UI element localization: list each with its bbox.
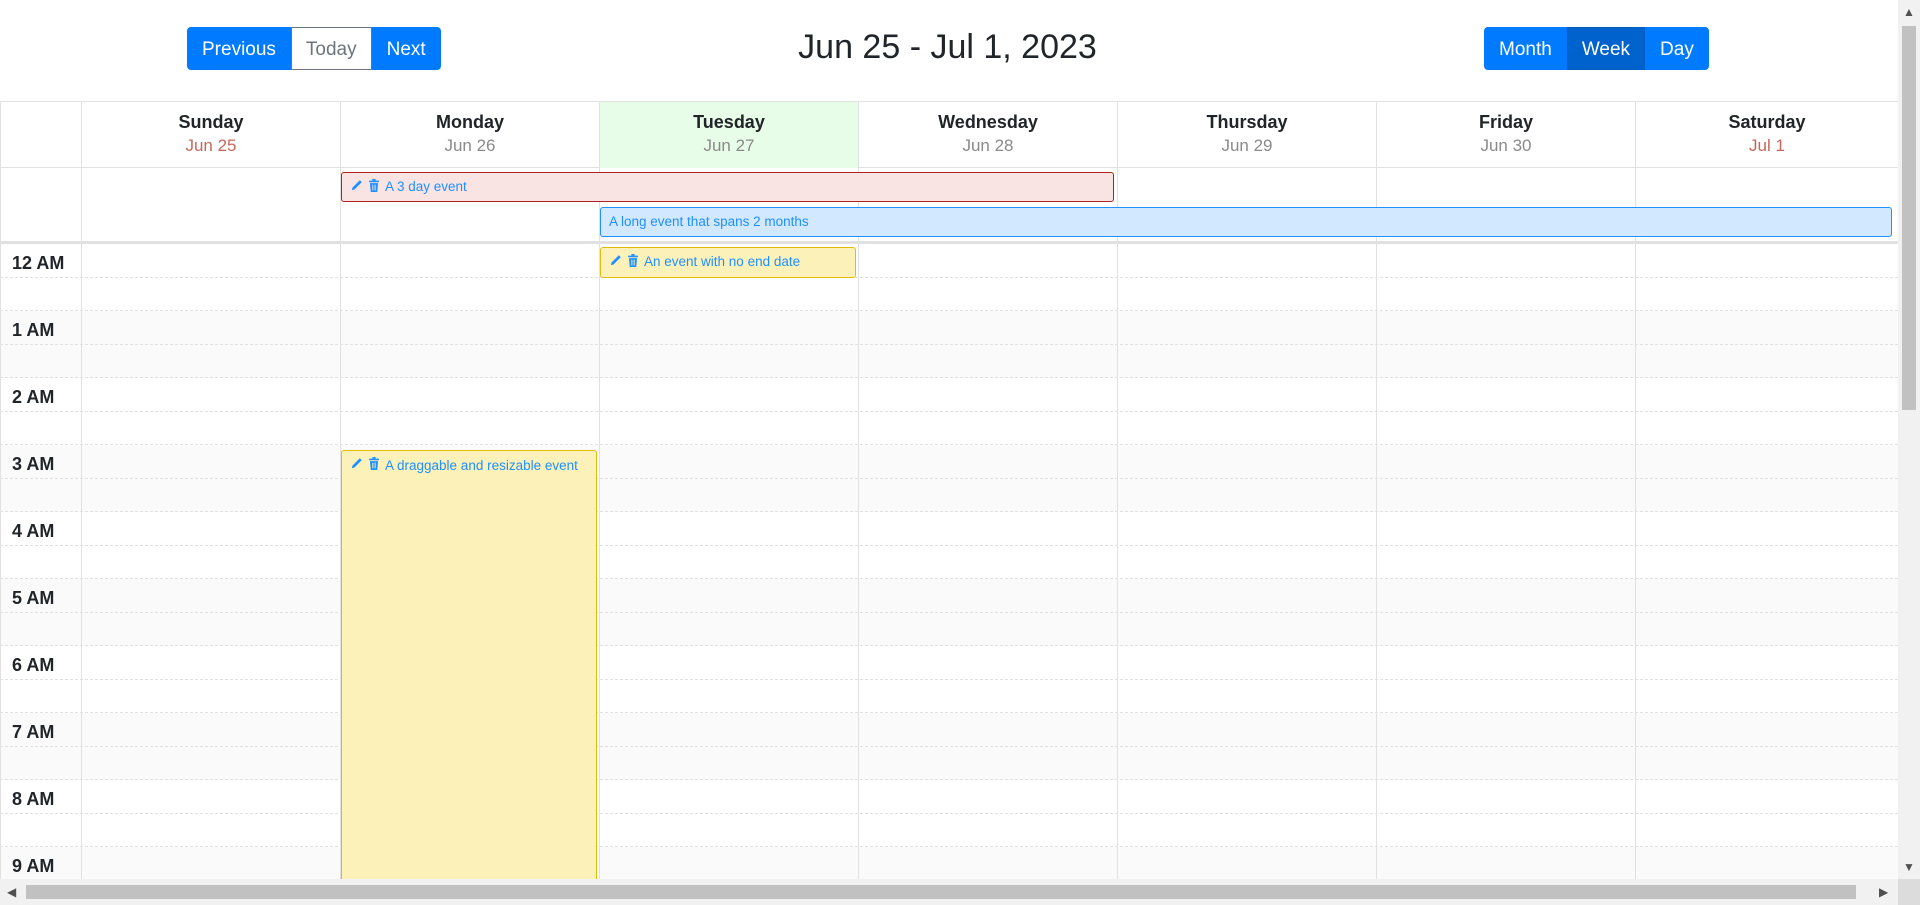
day-name: Friday (1478, 112, 1534, 132)
event-long[interactable]: A long event that spans 2 months (600, 207, 1892, 237)
month-view-button[interactable]: Month (1484, 27, 1567, 70)
day-header-sunday[interactable]: Sunday Jun 25 (81, 102, 340, 168)
day-date: Jun 26 (444, 136, 496, 155)
hour-row[interactable]: 5 AM (0, 579, 1898, 646)
event-title: An event with no end date (644, 254, 801, 269)
event-title: A long event that spans 2 months (609, 214, 809, 229)
day-name: Tuesday (693, 112, 765, 132)
time-label: 8 AM (12, 789, 55, 809)
scrollbar-corner (1898, 879, 1920, 905)
hour-row[interactable]: 7 AM (0, 713, 1898, 780)
hour-row[interactable]: 2 AM (0, 378, 1898, 445)
scroll-down-arrow-icon[interactable]: ▼ (1903, 861, 1915, 873)
hour-row[interactable]: 9 AM (0, 847, 1898, 879)
scroll-right-arrow-icon[interactable]: ▶ (1879, 886, 1888, 898)
day-date: Jun 27 (703, 136, 755, 155)
event-no-end-date[interactable]: An event with no end date (600, 247, 856, 278)
day-header-saturday[interactable]: Saturday Jul 1 (1635, 102, 1898, 168)
all-day-cell[interactable] (81, 168, 340, 241)
all-day-events-row: A 3 day event A long event that spans 2 … (0, 168, 1898, 244)
column-divider (81, 244, 82, 879)
hour-row[interactable]: 6 AM (0, 646, 1898, 713)
time-gutter-header (0, 102, 81, 168)
day-name: Saturday (1728, 112, 1806, 132)
day-header-row: Sunday Jun 25 Monday Jun 26 Tuesday Jun … (0, 102, 1898, 168)
vertical-scrollbar[interactable]: ▲ ▼ (1898, 0, 1920, 879)
time-label: 4 AM (12, 521, 55, 541)
pencil-icon[interactable] (350, 451, 363, 481)
event-title: A 3 day event (385, 179, 467, 194)
day-view-button[interactable]: Day (1645, 27, 1709, 70)
day-header-wednesday[interactable]: Wednesday Jun 28 (858, 102, 1117, 168)
column-divider (599, 244, 600, 879)
day-date: Jun 29 (1221, 136, 1273, 155)
pencil-icon[interactable] (609, 249, 622, 276)
column-divider (858, 244, 859, 879)
scroll-left-arrow-icon[interactable]: ◀ (7, 886, 16, 898)
time-label: 7 AM (12, 722, 55, 742)
pencil-icon[interactable] (350, 174, 363, 201)
day-name: Thursday (1206, 112, 1288, 132)
event-draggable-resizable[interactable]: A draggable and resizable event (341, 450, 597, 879)
hour-row[interactable]: 1 AM (0, 311, 1898, 378)
time-label: 3 AM (12, 454, 55, 474)
day-header-thursday[interactable]: Thursday Jun 29 (1117, 102, 1376, 168)
hour-row[interactable]: 12 AM (0, 244, 1898, 311)
time-label: 9 AM (12, 856, 55, 876)
week-view-button[interactable]: Week (1566, 27, 1646, 70)
scroll-up-arrow-icon[interactable]: ▲ (1903, 6, 1915, 18)
trash-icon[interactable] (368, 451, 380, 481)
time-label: 2 AM (12, 387, 55, 407)
time-label: 12 AM (12, 253, 65, 273)
calendar-toolbar: Previous Today Next Jun 25 - Jul 1, 2023… (0, 0, 1898, 100)
all-day-gutter (0, 168, 81, 241)
time-grid: 12 AM 1 AM 2 AM 3 AM 4 AM 5 AM 6 AM 7 AM… (0, 244, 1898, 879)
day-date: Jun 28 (962, 136, 1014, 155)
day-header-friday[interactable]: Friday Jun 30 (1376, 102, 1635, 168)
event-three-day[interactable]: A 3 day event (341, 172, 1114, 202)
day-header-monday[interactable]: Monday Jun 26 (340, 102, 599, 168)
vertical-scroll-thumb[interactable] (1902, 26, 1916, 410)
trash-icon[interactable] (368, 174, 380, 201)
column-divider (1635, 244, 1636, 879)
hour-row[interactable]: 3 AM (0, 445, 1898, 512)
day-date: Jun 30 (1480, 136, 1532, 155)
column-divider (1117, 244, 1118, 879)
day-name: Wednesday (938, 112, 1038, 132)
horizontal-scroll-thumb[interactable] (26, 885, 1856, 899)
column-divider (1376, 244, 1377, 879)
day-header-tuesday[interactable]: Tuesday Jun 27 (599, 102, 858, 168)
time-label: 5 AM (12, 588, 55, 608)
day-date: Jun 25 (185, 136, 237, 155)
day-date: Jul 1 (1749, 136, 1785, 155)
time-label: 6 AM (12, 655, 55, 675)
time-label: 1 AM (12, 320, 55, 340)
day-name: Monday (435, 112, 504, 132)
trash-icon[interactable] (627, 249, 639, 276)
hour-row[interactable]: 8 AM (0, 780, 1898, 847)
event-title: A draggable and resizable event (385, 458, 578, 473)
hour-row[interactable]: 4 AM (0, 512, 1898, 579)
day-name: Sunday (178, 112, 244, 132)
horizontal-scrollbar[interactable]: ◀ ▶ (0, 879, 1898, 905)
view-button-group: Month Week Day (1484, 27, 1709, 70)
week-calendar: Sunday Jun 25 Monday Jun 26 Tuesday Jun … (0, 101, 1898, 879)
column-divider (0, 244, 1, 879)
